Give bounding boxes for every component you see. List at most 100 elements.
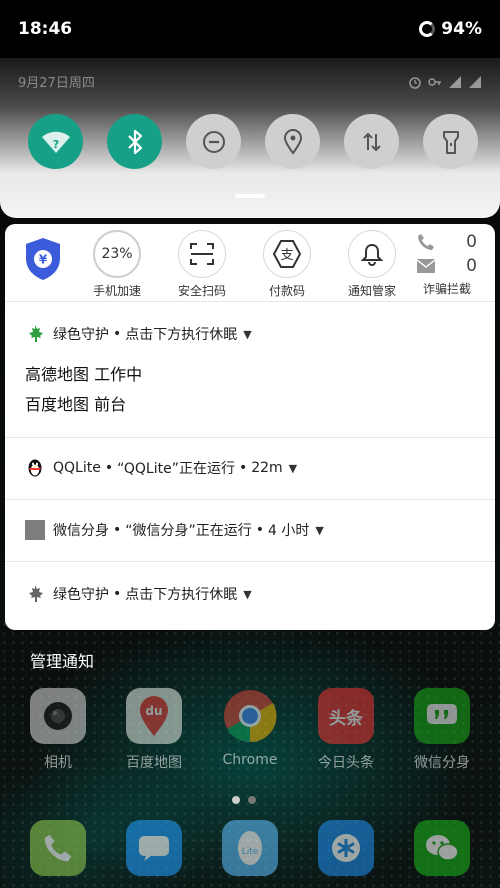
pay-code-shortcut[interactable]: 支 付款码: [249, 230, 325, 299]
dock-messages[interactable]: [109, 820, 199, 876]
data-transfer-icon: [362, 132, 381, 151]
toutiao-icon: 头条: [318, 688, 374, 744]
notification-qqlite[interactable]: QQLite • “QQLite”正在运行 • 22m ▼: [5, 438, 495, 500]
maple-leaf-icon: [25, 324, 45, 344]
key-icon: [428, 74, 442, 93]
dnd-toggle[interactable]: [186, 114, 241, 169]
qs-drag-handle[interactable]: [235, 194, 265, 198]
security-shield-icon[interactable]: ¥: [23, 236, 63, 282]
chevron-down-icon[interactable]: ▼: [289, 462, 297, 475]
notif-text: 点击下方执行休眠: [125, 587, 238, 603]
page-dot: [248, 796, 256, 804]
notification-wechat-clone[interactable]: 微信分身 • “微信分身”正在运行 • 4 小时 ▼: [5, 500, 495, 562]
chevron-down-icon[interactable]: ▼: [243, 328, 251, 341]
message-icon: [126, 820, 182, 876]
notif-separator: •: [113, 522, 122, 538]
wifi-toggle[interactable]: ?: [28, 114, 83, 169]
fraud-sms-count: 0: [466, 256, 477, 276]
mail-icon: [417, 259, 435, 273]
dock-qqlite[interactable]: Lite: [205, 820, 295, 876]
baidu-icon-text: du: [145, 704, 162, 718]
qq-icon-text: Lite: [242, 847, 259, 857]
baidu-map-icon: du: [126, 688, 182, 744]
app-wechat-clone[interactable]: 微信分身: [397, 688, 487, 772]
app-label: 相机: [44, 755, 72, 771]
phone-app-icon: [30, 820, 86, 876]
camera-icon: [30, 688, 86, 744]
dock: Lite: [0, 820, 500, 876]
notif-app-name: QQLite: [53, 460, 101, 476]
notif-separator: •: [255, 522, 265, 538]
chrome-icon: [222, 688, 278, 744]
flashlight-toggle[interactable]: [423, 114, 478, 169]
app-label: Chrome: [222, 752, 278, 768]
status-bar: 18:46 94%: [0, 0, 500, 58]
fraud-call-count: 0: [466, 232, 477, 252]
notify-manager-shortcut[interactable]: 通知管家: [334, 230, 410, 299]
status-time: 18:46: [18, 19, 73, 39]
location-toggle[interactable]: [265, 114, 320, 169]
wifi-icon: ?: [41, 131, 70, 153]
bell-icon: [348, 230, 396, 278]
app-label: 今日头条: [318, 755, 374, 771]
fraud-block-shortcut[interactable]: 0 0 诈骗拦截: [417, 230, 477, 297]
qs-status-icons: [408, 74, 482, 93]
mobile-data-toggle[interactable]: [344, 114, 399, 169]
toutiao-icon-text: 头条: [329, 708, 363, 729]
notif-app-name: 绿色守护: [53, 327, 109, 343]
notif-app-name: 微信分身: [53, 523, 109, 539]
svg-text:¥: ¥: [39, 253, 48, 267]
quote-icon: [414, 688, 470, 744]
notification-card: ¥ 23% 手机加速 安全扫码 支 付款码 通知管家 0 0 诈骗拦截 绿色守护…: [5, 224, 495, 630]
notification-green-guard-2[interactable]: 绿色守护 • 点击下方执行休眠 ▼: [5, 562, 495, 630]
maple-leaf-icon: [25, 584, 45, 604]
dock-wechat[interactable]: [397, 820, 487, 876]
bluetooth-toggle[interactable]: [107, 114, 162, 169]
notif-line: 高德地图 工作中: [25, 365, 143, 384]
scan-label: 安全扫码: [177, 284, 226, 298]
boost-label: 手机加速: [92, 284, 141, 298]
app-toutiao[interactable]: 头条 今日头条: [301, 688, 391, 772]
notif-text: “QQLite”正在运行: [117, 461, 235, 477]
home-app-row: 相机 du 百度地图 Chrome 头条 今日头条 微信分身: [0, 688, 500, 772]
phone-icon: [418, 234, 434, 250]
asterisk-icon: [318, 820, 374, 876]
battery-indicator: 94%: [419, 19, 482, 39]
alarm-icon: [408, 74, 422, 93]
location-icon: [283, 128, 302, 155]
notify-manager-label: 通知管家: [347, 284, 396, 298]
battery-icon: [419, 21, 436, 37]
app-camera[interactable]: 相机: [13, 688, 103, 772]
scan-icon: [178, 230, 226, 278]
dock-star-app[interactable]: [301, 820, 391, 876]
app-baidu-map[interactable]: du 百度地图: [109, 688, 199, 772]
app-label: 百度地图: [126, 755, 182, 771]
wechat-icon: [414, 820, 470, 876]
notification-green-guard[interactable]: 绿色守护 • 点击下方执行休眠 ▼ 高德地图 工作中 百度地图 前台: [5, 302, 495, 438]
page-indicator: [232, 796, 256, 804]
chevron-down-icon[interactable]: ▼: [315, 524, 323, 537]
notif-app-name: 绿色守护: [53, 587, 109, 603]
notif-time: 4 小时: [268, 523, 310, 539]
notif-separator: •: [104, 460, 114, 476]
chevron-down-icon[interactable]: ▼: [243, 588, 251, 601]
security-shortcuts: ¥ 23% 手机加速 安全扫码 支 付款码 通知管家 0 0 诈骗拦截: [5, 224, 495, 302]
scan-shortcut[interactable]: 安全扫码: [164, 230, 240, 299]
dock-phone[interactable]: [13, 820, 103, 876]
notif-line: 百度地图 前台: [25, 395, 127, 414]
page-dot: [232, 796, 240, 804]
qs-date: 9月27日周四: [18, 76, 95, 91]
notif-separator: •: [113, 326, 122, 342]
qqlite-icon: Lite: [222, 820, 278, 876]
boost-percent: 23%: [93, 230, 141, 278]
signal-icon-2: [468, 74, 482, 93]
signal-icon-1: [448, 74, 462, 93]
phone-boost-shortcut[interactable]: 23% 手机加速: [79, 230, 155, 299]
flashlight-icon: [442, 130, 459, 154]
notif-separator: •: [238, 460, 248, 476]
pay-code-label: 付款码: [268, 284, 305, 298]
penguin-icon: [25, 458, 45, 478]
manage-notifications-button[interactable]: 管理通知: [30, 648, 94, 672]
app-chrome[interactable]: Chrome: [205, 688, 295, 772]
app-label: 微信分身: [414, 755, 470, 771]
